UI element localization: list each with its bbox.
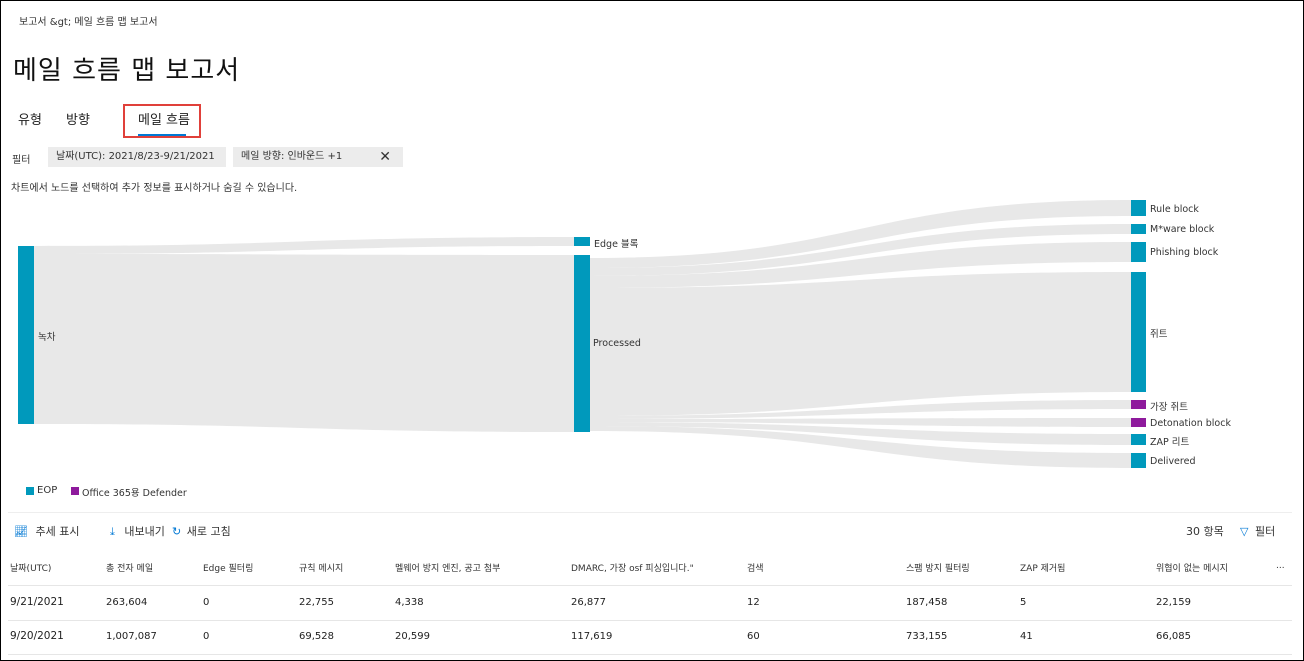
cell-edge: 0: [203, 597, 210, 608]
col-header-dmarc[interactable]: DMARC, 가장 osf 피싱입니다.": [571, 561, 694, 574]
cell-spam: 733,155: [906, 631, 948, 642]
cell-dmarc: 117,619: [571, 631, 613, 642]
export-button[interactable]: ⤓ 내보내기: [110, 523, 165, 539]
cell-zap: 5: [1020, 597, 1027, 608]
cell-zap: 41: [1020, 631, 1033, 642]
refresh-button[interactable]: ↻ 새로 고침: [172, 523, 231, 539]
cell-edge: 0: [203, 631, 210, 642]
cell-total: 1,007,087: [106, 631, 157, 642]
filter-button[interactable]: ▽ 필터: [1240, 523, 1275, 539]
filter-label-button: 필터: [1254, 525, 1276, 538]
node-rule-block: [1131, 200, 1146, 216]
node-impersonation: [1131, 400, 1146, 409]
node-spam: [1131, 272, 1146, 392]
legend-label-defender[interactable]: Office 365용 Defender: [82, 485, 187, 499]
node-delivered: [1131, 453, 1146, 468]
export-label: 내보내기: [124, 525, 165, 538]
node-label-delivered[interactable]: Delivered: [1150, 456, 1195, 467]
col-header-date[interactable]: 날짜(UTC): [10, 561, 51, 574]
legend-swatch-defender: [71, 487, 79, 495]
show-trend-label: 추세 표시: [35, 525, 80, 538]
filter-icon: ▽: [1240, 525, 1249, 538]
cell-date: 9/21/2021: [10, 596, 64, 608]
cell-malware: 4,338: [395, 597, 424, 608]
col-header-detection[interactable]: 검색: [747, 561, 764, 574]
node-mware-block: [1131, 224, 1146, 234]
cell-clean: 22,159: [1156, 597, 1191, 608]
flow-spam: [590, 272, 1131, 416]
cell-detection: 60: [747, 631, 760, 642]
cell-clean: 66,085: [1156, 631, 1191, 642]
node-label-processed[interactable]: Processed: [593, 338, 641, 349]
node-label-rule-block[interactable]: Rule block: [1150, 204, 1199, 215]
node-label-edge-block[interactable]: Edge 블록: [594, 236, 638, 250]
node-label-impersonation[interactable]: 가장 쥐트: [1150, 399, 1188, 413]
node-edge-block: [574, 237, 590, 246]
col-header-clean[interactable]: 위협이 없는 메시지: [1156, 561, 1228, 574]
node-label-mware-block[interactable]: M*ware block: [1150, 224, 1214, 235]
node-label-detonation-block[interactable]: Detonation block: [1150, 418, 1231, 429]
node-zap: [1131, 434, 1146, 445]
cell-total: 263,604: [106, 597, 148, 608]
col-header-zap[interactable]: ZAP 제거됨: [1020, 561, 1065, 574]
col-header-spam[interactable]: 스팸 방지 필터링: [906, 561, 970, 574]
node-label-zap[interactable]: ZAP 리트: [1150, 434, 1189, 448]
cell-rule: 22,755: [299, 597, 334, 608]
cell-date: 9/20/2021: [10, 630, 64, 642]
row-divider: [8, 654, 1292, 655]
trend-icon: 📈︎: [14, 525, 28, 538]
cell-dmarc: 26,877: [571, 597, 606, 608]
refresh-label: 새로 고침: [186, 525, 231, 538]
col-header-malware[interactable]: 멜웨어 방지 엔진, 공고 첨부: [395, 561, 500, 574]
cell-spam: 187,458: [906, 597, 948, 608]
col-header-rule[interactable]: 규칙 메시지: [299, 561, 343, 574]
row-divider: [8, 620, 1292, 621]
more-columns-button[interactable]: ...: [1276, 561, 1285, 571]
cell-malware: 20,599: [395, 631, 430, 642]
refresh-icon: ↻: [172, 525, 182, 538]
node-label-spam[interactable]: 쥐트: [1150, 326, 1167, 340]
col-header-edge[interactable]: Edge 필터링: [203, 561, 253, 574]
node-label-phishing-block[interactable]: Phishing block: [1150, 247, 1218, 258]
item-count: 30 항목: [1186, 525, 1224, 538]
legend-label-eop[interactable]: EOP: [37, 485, 57, 496]
download-icon: ⤓: [110, 525, 115, 538]
node-source: [18, 246, 34, 424]
cell-rule: 69,528: [299, 631, 334, 642]
header-divider: [8, 585, 1292, 586]
flow-source-processed: [34, 254, 574, 432]
col-header-total-email[interactable]: 총 전자 메일: [106, 561, 153, 574]
node-label-source[interactable]: 녹차: [38, 329, 55, 343]
node-processed: [574, 255, 590, 432]
section-divider: [8, 512, 1292, 513]
flow-source-edge: [34, 237, 574, 254]
cell-detection: 12: [747, 597, 760, 608]
node-detonation-block: [1131, 418, 1146, 427]
node-phishing-block: [1131, 242, 1146, 262]
legend-swatch-eop: [26, 487, 34, 495]
show-trend-button[interactable]: 📈︎ 추세 표시: [14, 523, 79, 539]
